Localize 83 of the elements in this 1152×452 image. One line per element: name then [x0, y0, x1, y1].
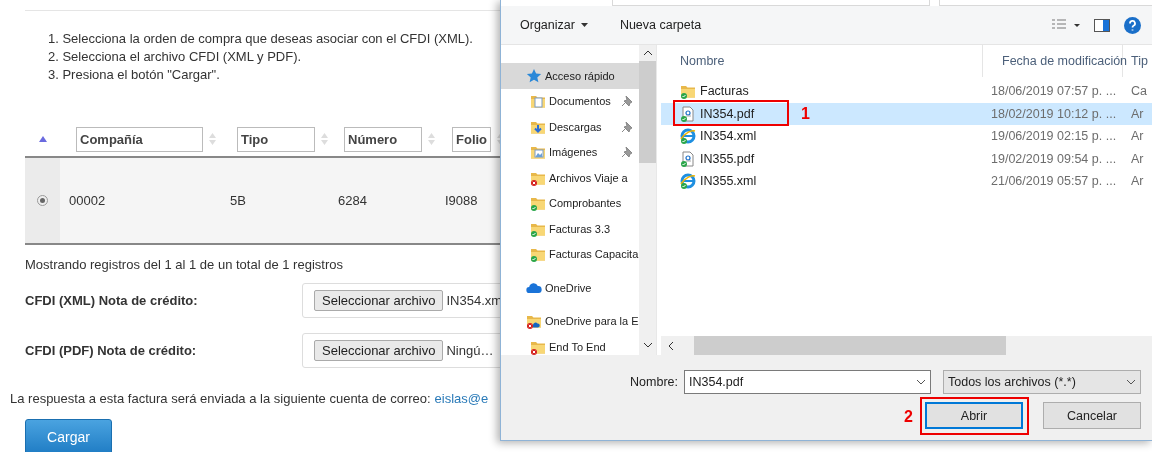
nav-item[interactable]: Documentos — [501, 88, 640, 114]
records-summary: Mostrando registros del 1 al 1 de un total de 1 registros — [25, 257, 344, 272]
table-cell-text: 6284 — [337, 193, 367, 208]
column-filter-field[interactable]: Número — [344, 126, 422, 152]
pdf-file-icon — [680, 150, 696, 167]
step-number: 1 — [801, 104, 810, 123]
view-options-icon[interactable] — [1052, 19, 1080, 31]
file-row[interactable]: IN354.pdf 1 18/02/2019 10:12 p. ... Ar — [661, 102, 1152, 125]
folder-icon — [680, 83, 696, 100]
nav-item[interactable]: Acceso rápido — [501, 63, 640, 89]
file-name: Ningú… — [446, 343, 494, 358]
nav-item[interactable]: Facturas 3.3 — [501, 216, 640, 242]
choose-file-button[interactable]: Seleccionar archivo — [314, 340, 444, 361]
caret-icon — [580, 23, 588, 27]
filename-field[interactable]: IN354.pdf — [684, 370, 931, 394]
notice-text: La respuesta a esta factura será enviada a la siguiente cuenta de correo: — [10, 391, 431, 406]
scroll-up-icon[interactable] — [642, 49, 653, 57]
dialog-button[interactable]: Abrir — [925, 402, 1023, 429]
folder-icon — [530, 144, 546, 161]
dialog-button[interactable]: Cancelar — [1043, 402, 1141, 429]
nav-item[interactable]: Imágenes — [501, 139, 640, 165]
chevron-down-icon — [916, 379, 926, 385]
star-icon — [526, 67, 542, 84]
nav-item[interactable]: Descargas — [501, 114, 640, 140]
file-name: IN354.xml — [700, 129, 757, 144]
file-name: IN355.xml — [700, 174, 757, 189]
modified-date: 19/02/2019 09:54 p. ... — [990, 151, 1118, 166]
file-name: IN354.pdf — [700, 106, 755, 121]
instruction-step: 3. Presiona el botón "Cargar". — [48, 66, 220, 84]
file-row[interactable]: IN355.pdf 19/02/2019 09:54 p. ... Ar — [661, 147, 1152, 170]
file-type-dropdown[interactable]: Todos los archivos (*.*) — [943, 370, 1141, 394]
scroll-left-icon[interactable] — [667, 340, 675, 351]
step-number: 2 — [904, 408, 913, 426]
scroll-down-icon[interactable] — [642, 341, 653, 349]
table-cell-text: I9088 — [444, 193, 478, 208]
choose-file-button[interactable]: Seleccionar archivo — [314, 290, 444, 311]
email-link[interactable]: eislas@e — [434, 391, 489, 406]
file-name: IN354.xm — [446, 293, 503, 308]
folder-icon — [526, 313, 542, 330]
instruction-step: 1. Selecciona la orden de compra que deseas asociar con el CFDI (XML). — [48, 30, 473, 48]
file-type: Ar — [1130, 151, 1145, 166]
nav-item[interactable]: Archivos Viaje a — [501, 165, 640, 191]
folder-icon — [530, 93, 546, 110]
row-radio[interactable] — [37, 195, 48, 206]
column-filter-field[interactable]: Tipo — [237, 126, 315, 152]
folder-icon — [530, 195, 546, 212]
file-row[interactable]: Facturas 18/06/2019 07:57 p. ... Ca — [661, 80, 1152, 103]
upload-button[interactable]: Cargar — [25, 419, 112, 452]
file-name: IN355.pdf — [700, 151, 755, 166]
instruction-step: 2. Selecciona el archivo CFDI (XML y PDF). — [48, 48, 302, 66]
file-row[interactable]: IN355.xml 21/06/2019 05:57 p. ... Ar — [661, 170, 1152, 193]
modified-date: 18/02/2019 10:12 p. ... — [990, 106, 1118, 121]
modified-date: 18/06/2019 07:57 p. ... — [990, 84, 1118, 99]
modified-date: 21/06/2019 05:57 p. ... — [990, 174, 1118, 189]
table-cell-text: 00002 — [68, 193, 106, 208]
file-row[interactable]: IN354.xml 19/06/2019 02:15 p. ... Ar — [661, 125, 1152, 148]
horizontal-scrollbar[interactable] — [661, 336, 1152, 355]
field-label: CFDI (PDF) Nota de crédito: — [25, 343, 198, 358]
field-label: CFDI (XML) Nota de crédito: — [25, 293, 199, 308]
file-type: Ar — [1130, 106, 1145, 121]
column-filter-field[interactable]: Folio — [452, 126, 492, 152]
organize-menu[interactable]: Organizar — [520, 18, 588, 32]
sort-ascending-icon[interactable] — [38, 136, 47, 142]
filename-label: Nombre: — [630, 375, 678, 389]
new-folder-button[interactable]: Nueva carpeta — [619, 18, 702, 32]
column-filter-field[interactable]: Compañía — [76, 126, 203, 152]
file-name: Facturas — [700, 84, 749, 99]
file-type: Ca — [1130, 84, 1148, 99]
pdf-file-icon — [680, 105, 696, 122]
file-type: Ar — [1130, 129, 1145, 144]
file-type: Ar — [1130, 174, 1145, 189]
column-header[interactable]: Nombre — [661, 45, 983, 77]
table-cell-text: 5B — [229, 193, 246, 208]
help-icon[interactable] — [1124, 16, 1141, 34]
modified-date: 19/06/2019 02:15 p. ... — [990, 129, 1118, 144]
vertical-scrollbar[interactable] — [639, 45, 657, 355]
globe-e-file-icon — [680, 173, 696, 190]
chevron-down-icon — [1126, 379, 1136, 385]
nav-item[interactable]: Comprobantes — [501, 190, 640, 216]
nav-item[interactable]: Facturas Capacita — [501, 241, 640, 267]
folder-icon — [530, 246, 546, 263]
preview-pane-icon[interactable] — [1094, 18, 1110, 32]
globe-e-file-icon — [680, 128, 696, 145]
